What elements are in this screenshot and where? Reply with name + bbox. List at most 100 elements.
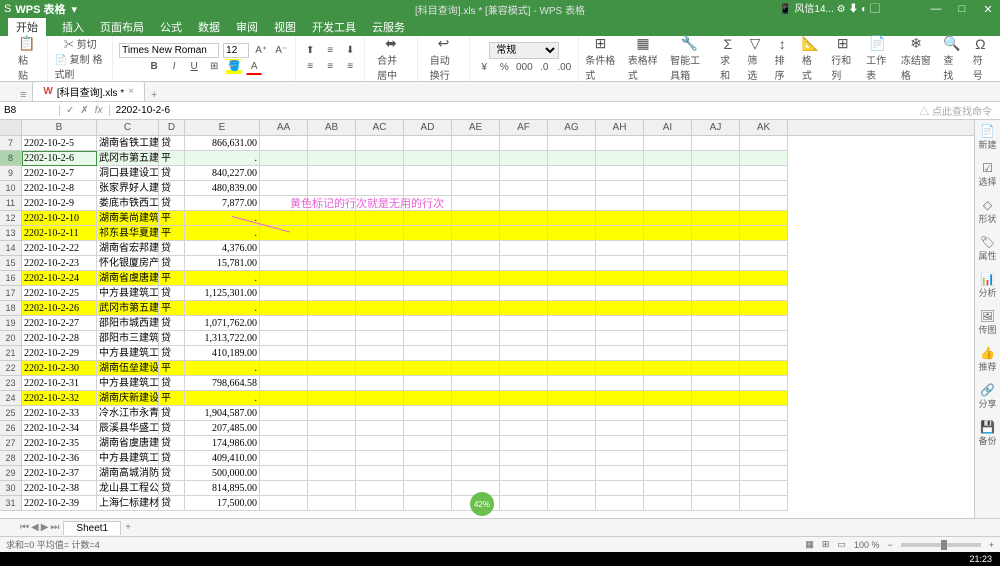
cell[interactable]: 平 bbox=[159, 271, 185, 286]
cell[interactable] bbox=[308, 466, 356, 481]
cell[interactable] bbox=[404, 196, 452, 211]
cell[interactable] bbox=[692, 406, 740, 421]
cell[interactable] bbox=[452, 181, 500, 196]
cell[interactable] bbox=[548, 271, 596, 286]
cell[interactable] bbox=[452, 406, 500, 421]
side-panel-item[interactable]: 🏷属性 bbox=[978, 235, 996, 262]
cell[interactable] bbox=[356, 406, 404, 421]
name-box[interactable]: B8 bbox=[0, 105, 60, 116]
row-col-button[interactable]: ⊞行和列 bbox=[825, 35, 860, 82]
cell[interactable] bbox=[404, 451, 452, 466]
side-panel-item[interactable]: 👍推荐 bbox=[978, 346, 996, 373]
cell[interactable] bbox=[692, 226, 740, 241]
cell[interactable]: 2202-10-2-5 bbox=[22, 136, 97, 151]
cell[interactable] bbox=[308, 301, 356, 316]
cell[interactable] bbox=[548, 421, 596, 436]
cell[interactable] bbox=[596, 196, 644, 211]
cell[interactable]: 贷 bbox=[159, 286, 185, 301]
cell[interactable] bbox=[740, 181, 788, 196]
cell[interactable] bbox=[548, 211, 596, 226]
cell[interactable] bbox=[452, 286, 500, 301]
cell[interactable] bbox=[644, 436, 692, 451]
cell[interactable]: 中方县建筑工 bbox=[97, 286, 159, 301]
cell[interactable] bbox=[500, 211, 548, 226]
row-header[interactable]: 24 bbox=[0, 391, 22, 406]
cell[interactable] bbox=[548, 496, 596, 511]
cell[interactable] bbox=[404, 466, 452, 481]
cell[interactable]: 贷 bbox=[159, 436, 185, 451]
cell[interactable]: . bbox=[185, 151, 260, 166]
cell[interactable] bbox=[500, 361, 548, 376]
cell[interactable] bbox=[740, 466, 788, 481]
cell[interactable]: 1,313,722.00 bbox=[185, 331, 260, 346]
side-panel-item[interactable]: 📄新建 bbox=[978, 124, 996, 151]
cell[interactable] bbox=[452, 301, 500, 316]
cell[interactable] bbox=[500, 256, 548, 271]
cell[interactable] bbox=[548, 241, 596, 256]
cell[interactable] bbox=[740, 391, 788, 406]
cell[interactable] bbox=[356, 256, 404, 271]
dropdown-icon[interactable]: ▾ bbox=[71, 3, 77, 16]
cell[interactable] bbox=[500, 406, 548, 421]
cell[interactable] bbox=[548, 436, 596, 451]
cell[interactable]: 洞口县建设工 bbox=[97, 166, 159, 181]
cell[interactable] bbox=[308, 271, 356, 286]
select-all-corner[interactable] bbox=[0, 120, 22, 135]
row-header[interactable]: 7 bbox=[0, 136, 22, 151]
zoom-out-button[interactable]: − bbox=[887, 540, 892, 550]
menu-item-7[interactable]: 开发工具 bbox=[312, 19, 356, 35]
cell[interactable]: . bbox=[185, 226, 260, 241]
cell[interactable]: 2202-10-2-25 bbox=[22, 286, 97, 301]
cell[interactable] bbox=[452, 256, 500, 271]
cell[interactable] bbox=[644, 421, 692, 436]
italic-button[interactable]: I bbox=[166, 59, 182, 75]
cell[interactable] bbox=[308, 316, 356, 331]
cell[interactable]: . bbox=[185, 211, 260, 226]
align-middle-button[interactable]: ≡ bbox=[322, 43, 338, 59]
sum-button[interactable]: Σ求和 bbox=[714, 36, 741, 82]
cell[interactable]: 2202-10-2-29 bbox=[22, 346, 97, 361]
number-format-select[interactable]: 常规 bbox=[489, 42, 559, 59]
cell[interactable]: 2202-10-2-6 bbox=[22, 151, 97, 166]
cell[interactable] bbox=[260, 136, 308, 151]
cell[interactable] bbox=[308, 421, 356, 436]
cell[interactable] bbox=[404, 316, 452, 331]
cell[interactable] bbox=[548, 301, 596, 316]
cell[interactable] bbox=[596, 136, 644, 151]
cell[interactable] bbox=[692, 136, 740, 151]
cell[interactable] bbox=[260, 271, 308, 286]
cell[interactable] bbox=[452, 196, 500, 211]
cell[interactable]: 张家界好人建 bbox=[97, 181, 159, 196]
row-header[interactable]: 21 bbox=[0, 346, 22, 361]
cell[interactable] bbox=[692, 181, 740, 196]
cell[interactable] bbox=[404, 151, 452, 166]
cell[interactable] bbox=[308, 496, 356, 511]
cell[interactable] bbox=[644, 346, 692, 361]
cell[interactable]: 480,839.00 bbox=[185, 181, 260, 196]
cell[interactable] bbox=[692, 481, 740, 496]
cell[interactable] bbox=[356, 346, 404, 361]
row-header[interactable]: 9 bbox=[0, 166, 22, 181]
cell[interactable] bbox=[548, 196, 596, 211]
cell[interactable] bbox=[308, 406, 356, 421]
cell[interactable]: 207,485.00 bbox=[185, 421, 260, 436]
menu-item-0[interactable]: 开始 bbox=[8, 17, 46, 37]
wrap-text-button[interactable]: ↩自动换行 bbox=[424, 35, 464, 82]
cell[interactable]: 2202-10-2-35 bbox=[22, 436, 97, 451]
cell[interactable] bbox=[404, 286, 452, 301]
cell[interactable] bbox=[692, 301, 740, 316]
cell[interactable] bbox=[740, 211, 788, 226]
menu-item-4[interactable]: 数据 bbox=[198, 19, 220, 35]
column-header[interactable]: AA bbox=[260, 120, 308, 135]
bold-button[interactable]: B bbox=[146, 59, 162, 75]
cell[interactable] bbox=[500, 421, 548, 436]
cell[interactable] bbox=[260, 346, 308, 361]
view-break-icon[interactable]: ▭ bbox=[837, 539, 846, 550]
cell[interactable] bbox=[356, 166, 404, 181]
cell[interactable] bbox=[548, 466, 596, 481]
font-name-select[interactable] bbox=[119, 43, 219, 58]
cell[interactable] bbox=[452, 211, 500, 226]
maximize-button[interactable]: □ bbox=[950, 3, 974, 16]
cell[interactable] bbox=[308, 286, 356, 301]
cell[interactable] bbox=[740, 271, 788, 286]
